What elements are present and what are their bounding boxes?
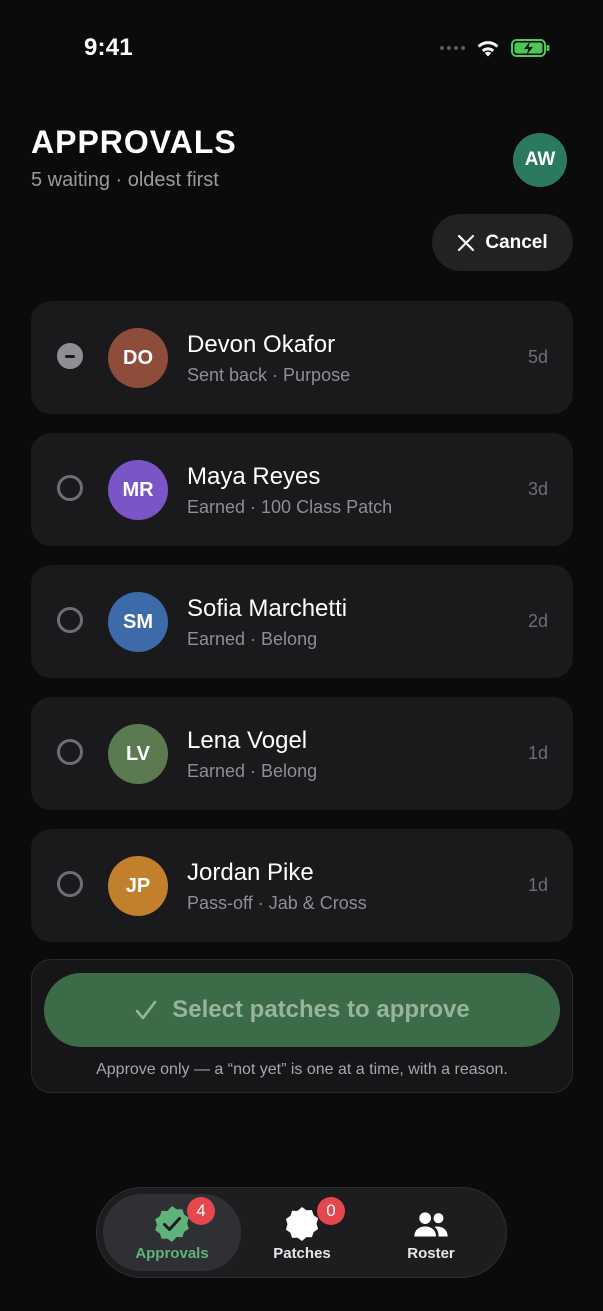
- selection-checkbox[interactable]: [57, 871, 83, 897]
- approve-panel: Select patches to approve Approve only —…: [31, 959, 573, 1093]
- signal-icon: [440, 46, 465, 50]
- status-time: 9:41: [84, 34, 133, 61]
- wifi-icon: [477, 41, 499, 57]
- tab-approvals[interactable]: 4 Approvals: [103, 1194, 241, 1271]
- request-age: 1d: [527, 875, 548, 895]
- battery-charging-icon: [511, 39, 550, 57]
- cancel-label: Cancel: [485, 231, 548, 253]
- student-avatar: LV: [108, 724, 168, 784]
- approval-row[interactable]: LV Lena Vogel Earned · Belong 1d: [31, 697, 573, 810]
- student-name: Sofia Marchetti: [187, 595, 348, 622]
- tab-label: Patches: [273, 1245, 331, 1262]
- student-name: Jordan Pike: [187, 859, 314, 886]
- approve-button[interactable]: Select patches to approve: [44, 973, 560, 1047]
- cancel-button[interactable]: Cancel: [432, 214, 573, 271]
- approval-row[interactable]: MR Maya Reyes Earned · 100 Class Patch 3…: [31, 433, 573, 546]
- tab-patches[interactable]: 0 Patches: [233, 1194, 371, 1271]
- tab-label: Approvals: [135, 1245, 209, 1262]
- student-avatar: JP: [108, 856, 168, 916]
- checkmark-icon: [135, 1000, 157, 1020]
- approval-row[interactable]: DO Devon Okafor Sent back · Purpose 5d: [31, 301, 573, 414]
- approve-label: Select patches to approve: [172, 996, 470, 1023]
- selection-checkbox[interactable]: [57, 607, 83, 633]
- request-age: 2d: [527, 611, 548, 631]
- tab-label: Roster: [407, 1245, 455, 1262]
- page-title: APPROVALS: [31, 124, 237, 160]
- request-age: 1d: [527, 743, 548, 763]
- people-icon: [414, 1212, 448, 1237]
- request-detail: Sent back · Purpose: [187, 365, 351, 385]
- student-avatar: SM: [108, 592, 168, 652]
- request-age: 3d: [527, 479, 548, 499]
- tab-roster[interactable]: Roster: [362, 1194, 500, 1271]
- request-detail: Pass-off · Jab & Cross: [187, 893, 367, 913]
- approve-note: Approve only — a “not yet” is one at a t…: [96, 1061, 508, 1078]
- student-avatar: MR: [108, 460, 168, 520]
- selection-checkbox[interactable]: [57, 343, 83, 369]
- patches-badge: 0: [317, 1197, 345, 1225]
- request-detail: Earned · Belong: [187, 629, 318, 649]
- user-avatar[interactable]: AW: [513, 133, 567, 187]
- student-name: Maya Reyes: [187, 463, 321, 490]
- status-icons: [440, 38, 551, 58]
- selection-checkbox[interactable]: [57, 475, 83, 501]
- approval-list: DO Devon Okafor Sent back · Purpose 5d M…: [31, 301, 573, 961]
- request-detail: Earned · Belong: [187, 761, 318, 781]
- approval-row[interactable]: JP Jordan Pike Pass-off · Jab & Cross 1d: [31, 829, 573, 942]
- page-subtitle: 5 waiting · oldest first: [31, 169, 219, 191]
- tab-bar: 4 Approvals 0 Patches Roster: [96, 1187, 507, 1278]
- request-age: 5d: [527, 347, 548, 367]
- student-name: Devon Okafor: [187, 331, 336, 358]
- approval-row[interactable]: SM Sofia Marchetti Earned · Belong 2d: [31, 565, 573, 678]
- student-name: Lena Vogel: [187, 727, 308, 754]
- close-icon: [458, 234, 475, 251]
- check-seal-icon: [155, 1206, 189, 1242]
- patch-icon: [285, 1207, 319, 1241]
- approvals-badge: 4: [187, 1197, 215, 1225]
- request-detail: Earned · 100 Class Patch: [187, 497, 393, 517]
- selection-checkbox[interactable]: [57, 739, 83, 765]
- student-avatar: DO: [108, 328, 168, 388]
